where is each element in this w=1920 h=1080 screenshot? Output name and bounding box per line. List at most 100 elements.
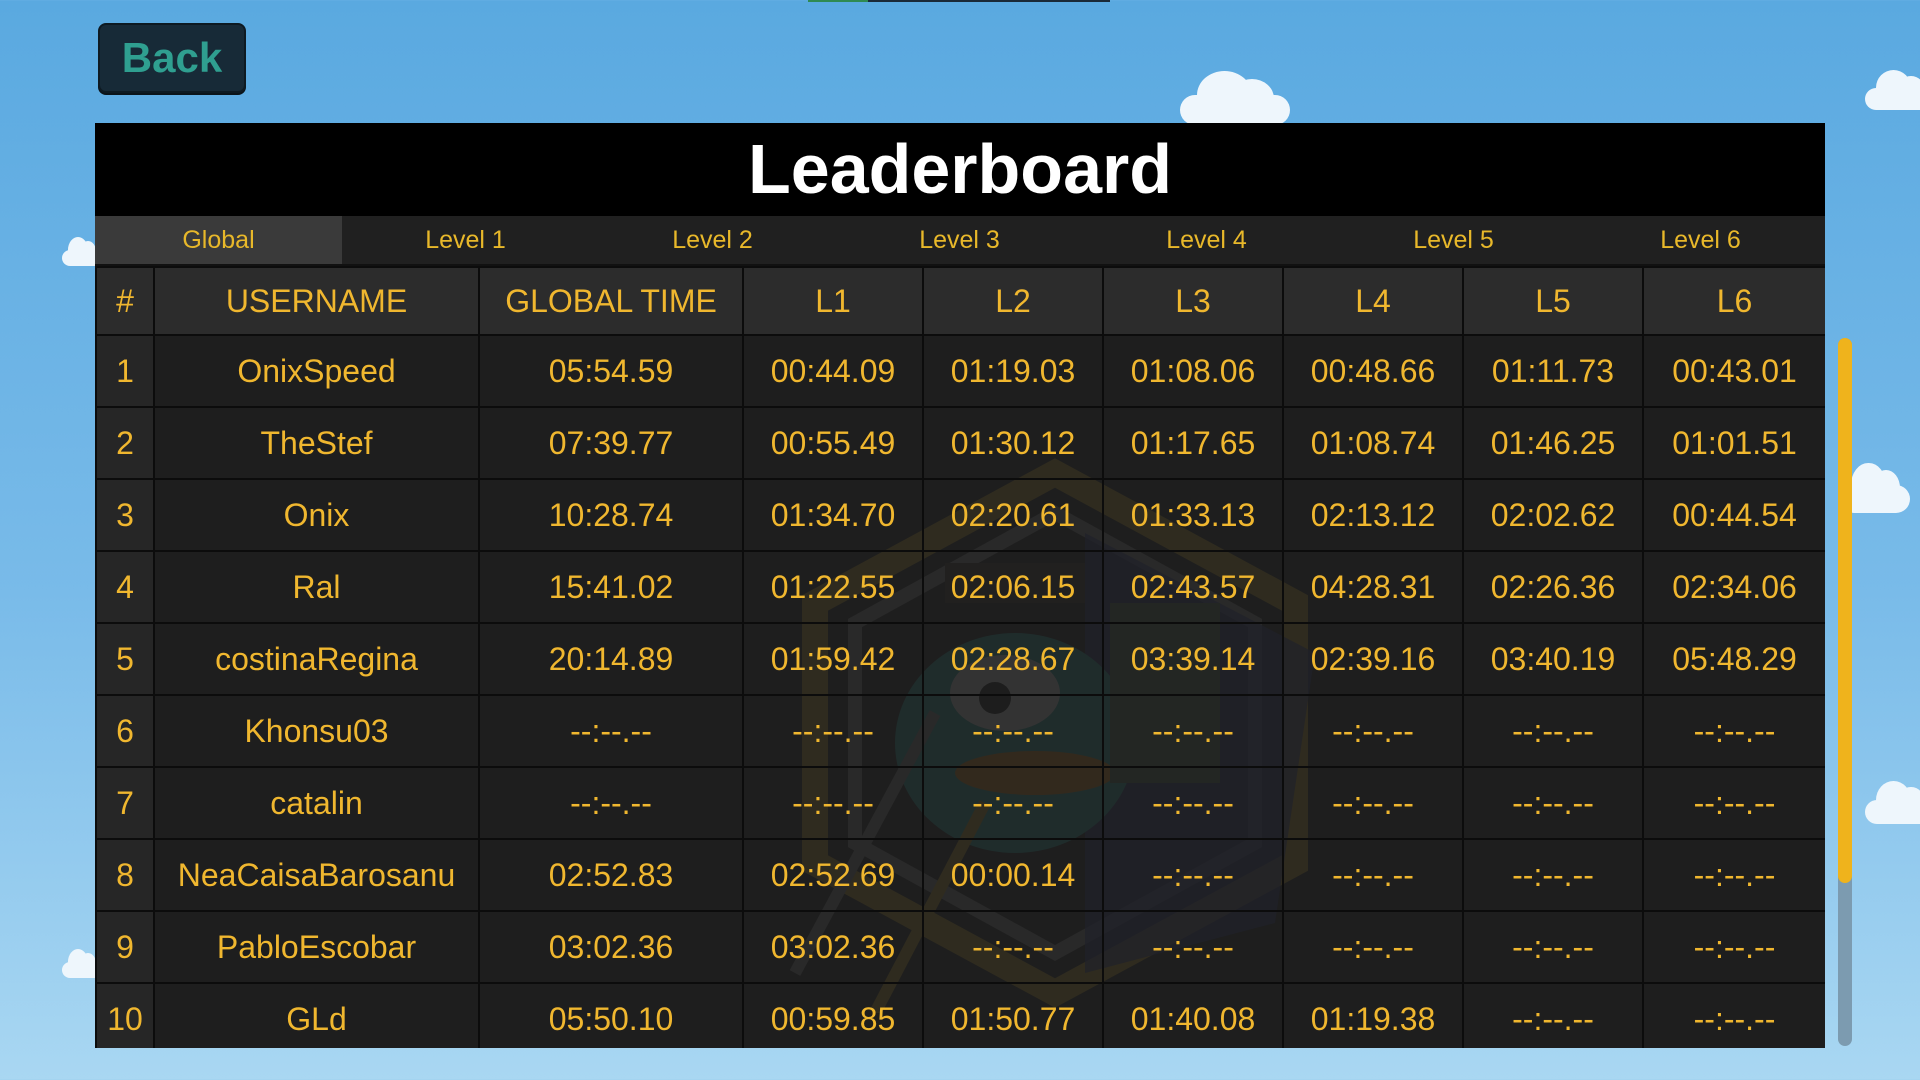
time-cell: 15:41.02 bbox=[478, 550, 744, 624]
time-cell: 02:26.36 bbox=[1462, 550, 1644, 624]
time-cell: 01:40.08 bbox=[1102, 982, 1284, 1048]
column-header: L1 bbox=[742, 266, 924, 336]
time-cell: 01:19.38 bbox=[1282, 982, 1464, 1048]
table-row: 1 OnixSpeed 05:54.59 00:44.09 01:19.03 01:08.… bbox=[95, 334, 1825, 408]
leaderboard-title: Leaderboard bbox=[95, 123, 1825, 216]
tab-level-5[interactable]: Level 5 bbox=[1330, 216, 1577, 264]
time-cell: --:--.-- bbox=[1102, 838, 1284, 912]
table-row: 7 catalin --:--.-- --:--.-- --:--.-- --:--.--… bbox=[95, 766, 1825, 840]
time-cell: 01:08.74 bbox=[1282, 406, 1464, 480]
time-cell: --:--.-- bbox=[742, 766, 924, 840]
time-cell: 00:44.54 bbox=[1642, 478, 1825, 552]
tab-level-4[interactable]: Level 4 bbox=[1083, 216, 1330, 264]
time-cell: --:--.-- bbox=[922, 910, 1104, 984]
table-header-row: # USERNAME GLOBAL TIME L1 L2 L3 L4 L5 L6 bbox=[95, 266, 1825, 336]
column-header: L6 bbox=[1642, 266, 1825, 336]
time-cell: 01:46.25 bbox=[1462, 406, 1644, 480]
table-row: 10 GLd 05:50.10 00:59.85 01:50.77 01:40.08 01:… bbox=[95, 982, 1825, 1048]
top-progress-bar bbox=[808, 0, 1110, 2]
column-header: L3 bbox=[1102, 266, 1284, 336]
time-cell: 20:14.89 bbox=[478, 622, 744, 696]
time-cell: --:--.-- bbox=[478, 694, 744, 768]
time-cell: 01:17.65 bbox=[1102, 406, 1284, 480]
time-cell: --:--.-- bbox=[1282, 694, 1464, 768]
username-cell: Ral bbox=[153, 550, 480, 624]
table-row: 9 PabloEscobar 03:02.36 03:02.36 --:--.-- --:… bbox=[95, 910, 1825, 984]
tab-level-3[interactable]: Level 3 bbox=[836, 216, 1083, 264]
rank-cell: 6 bbox=[95, 694, 155, 768]
time-cell: 01:50.77 bbox=[922, 982, 1104, 1048]
username-cell: GLd bbox=[153, 982, 480, 1048]
time-cell: 05:48.29 bbox=[1642, 622, 1825, 696]
username-cell: catalin bbox=[153, 766, 480, 840]
time-cell: 03:02.36 bbox=[742, 910, 924, 984]
time-cell: --:--.-- bbox=[1102, 766, 1284, 840]
username-cell: OnixSpeed bbox=[153, 334, 480, 408]
column-header: L4 bbox=[1282, 266, 1464, 336]
table-row: 6 Khonsu03 --:--.-- --:--.-- --:--.-- --:--.-… bbox=[95, 694, 1825, 768]
rank-cell: 7 bbox=[95, 766, 155, 840]
username-cell: TheStef bbox=[153, 406, 480, 480]
time-cell: 03:02.36 bbox=[478, 910, 744, 984]
time-cell: 02:20.61 bbox=[922, 478, 1104, 552]
time-cell: 00:43.01 bbox=[1642, 334, 1825, 408]
time-cell: --:--.-- bbox=[1462, 982, 1644, 1048]
level-tabs: Global Level 1 Level 2 Level 3 Level 4 Level … bbox=[95, 216, 1825, 266]
scrollbar-thumb[interactable] bbox=[1838, 338, 1852, 883]
time-cell: 02:13.12 bbox=[1282, 478, 1464, 552]
time-cell: 02:34.06 bbox=[1642, 550, 1825, 624]
time-cell: --:--.-- bbox=[1642, 982, 1825, 1048]
username-cell: PabloEscobar bbox=[153, 910, 480, 984]
time-cell: 01:22.55 bbox=[742, 550, 924, 624]
time-cell: 02:02.62 bbox=[1462, 478, 1644, 552]
time-cell: 03:39.14 bbox=[1102, 622, 1284, 696]
rank-cell: 8 bbox=[95, 838, 155, 912]
time-cell: 10:28.74 bbox=[478, 478, 744, 552]
tab-global[interactable]: Global bbox=[95, 216, 342, 264]
time-cell: --:--.-- bbox=[478, 766, 744, 840]
column-header: L2 bbox=[922, 266, 1104, 336]
tab-level-2[interactable]: Level 2 bbox=[589, 216, 836, 264]
time-cell: --:--.-- bbox=[1462, 838, 1644, 912]
time-cell: 02:28.67 bbox=[922, 622, 1104, 696]
rank-cell: 3 bbox=[95, 478, 155, 552]
cloud-decoration bbox=[1180, 71, 1290, 125]
table-row: 2 TheStef 07:39.77 00:55.49 01:30.12 01:17.65… bbox=[95, 406, 1825, 480]
cloud-decoration bbox=[1865, 70, 1920, 110]
time-cell: --:--.-- bbox=[1642, 910, 1825, 984]
time-cell: 01:59.42 bbox=[742, 622, 924, 696]
top-progress-fill bbox=[808, 0, 868, 2]
scrollbar-track[interactable] bbox=[1838, 338, 1852, 1046]
tab-level-1[interactable]: Level 1 bbox=[342, 216, 589, 264]
time-cell: 05:54.59 bbox=[478, 334, 744, 408]
time-cell: --:--.-- bbox=[1102, 910, 1284, 984]
tab-level-6[interactable]: Level 6 bbox=[1577, 216, 1824, 264]
time-cell: 00:00.14 bbox=[922, 838, 1104, 912]
time-cell: 01:34.70 bbox=[742, 478, 924, 552]
rank-cell: 9 bbox=[95, 910, 155, 984]
table-row: 4 Ral 15:41.02 01:22.55 02:06.15 02:43.57 04:2… bbox=[95, 550, 1825, 624]
time-cell: 04:28.31 bbox=[1282, 550, 1464, 624]
time-cell: 02:43.57 bbox=[1102, 550, 1284, 624]
time-cell: --:--.-- bbox=[922, 766, 1104, 840]
time-cell: --:--.-- bbox=[1642, 766, 1825, 840]
time-cell: 00:44.09 bbox=[742, 334, 924, 408]
rank-cell: 2 bbox=[95, 406, 155, 480]
time-cell: --:--.-- bbox=[1462, 694, 1644, 768]
time-cell: 02:06.15 bbox=[922, 550, 1104, 624]
cloud-decoration bbox=[1865, 780, 1920, 824]
table-row: 5 costinaRegina 20:14.89 01:59.42 02:28.67 03… bbox=[95, 622, 1825, 696]
time-cell: 07:39.77 bbox=[478, 406, 744, 480]
time-cell: 01:08.06 bbox=[1102, 334, 1284, 408]
back-button[interactable]: Back bbox=[98, 23, 246, 93]
time-cell: 00:48.66 bbox=[1282, 334, 1464, 408]
time-cell: 00:55.49 bbox=[742, 406, 924, 480]
table-row: 3 Onix 10:28.74 01:34.70 02:20.61 01:33.13 02:… bbox=[95, 478, 1825, 552]
time-cell: --:--.-- bbox=[1282, 766, 1464, 840]
username-cell: Khonsu03 bbox=[153, 694, 480, 768]
column-header: GLOBAL TIME bbox=[478, 266, 744, 336]
time-cell: 02:52.69 bbox=[742, 838, 924, 912]
time-cell: 02:39.16 bbox=[1282, 622, 1464, 696]
time-cell: 01:19.03 bbox=[922, 334, 1104, 408]
time-cell: --:--.-- bbox=[1282, 910, 1464, 984]
